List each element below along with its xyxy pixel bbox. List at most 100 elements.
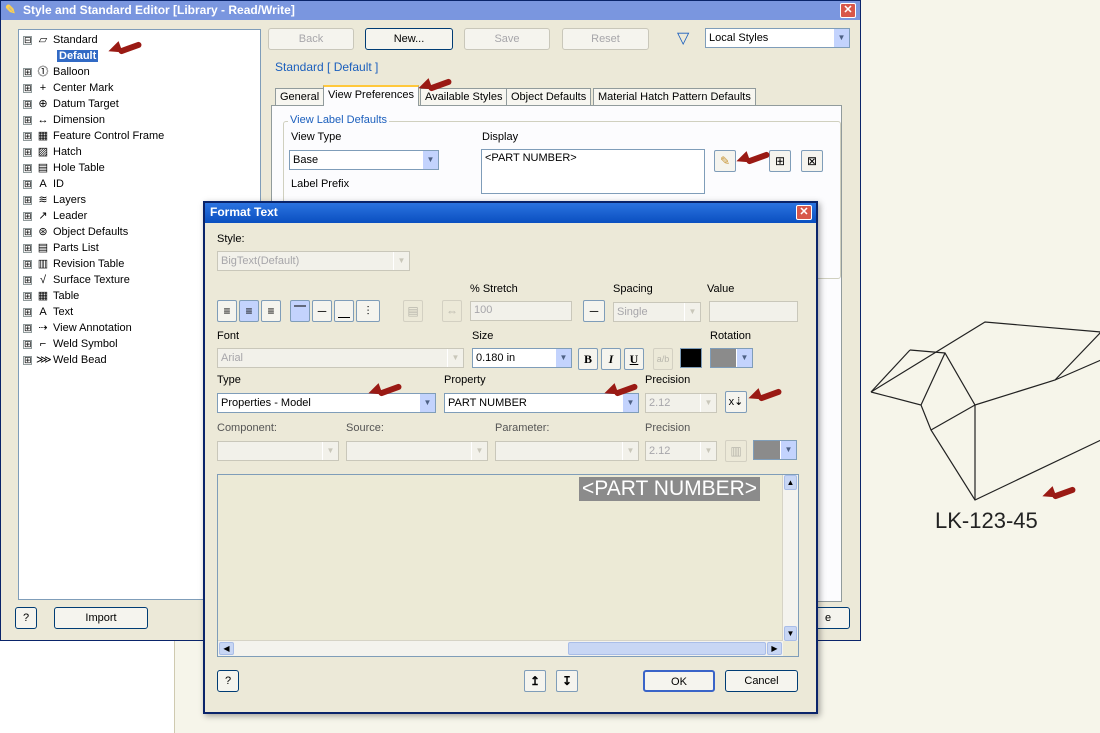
value-input[interactable] bbox=[709, 301, 798, 322]
expand-icon[interactable]: ⊞ bbox=[23, 99, 32, 109]
expand-icon[interactable]: ⊞ bbox=[23, 355, 32, 365]
vertical-scrollbar[interactable]: ▲ ▼ bbox=[782, 475, 798, 641]
expand-icon[interactable]: ⊞ bbox=[23, 307, 32, 317]
tree-item[interactable]: ⊞ A Text bbox=[23, 304, 73, 320]
tree-item[interactable]: ⊟ ▱ Standard bbox=[23, 32, 98, 48]
align-left-icon[interactable]: ≡ bbox=[217, 300, 237, 322]
help-button[interactable]: ? bbox=[217, 670, 239, 692]
tree-item[interactable]: ⊞ ⇢ View Annotation bbox=[23, 320, 132, 336]
type-select[interactable]: Properties - Model ▼ bbox=[217, 393, 436, 413]
remove-field-icon[interactable]: ⊠ bbox=[801, 150, 823, 172]
add-text-parameter-icon[interactable]: x⇣ bbox=[725, 391, 747, 413]
expand-icon[interactable]: ⊞ bbox=[23, 83, 32, 93]
help-button[interactable]: ? bbox=[15, 607, 37, 629]
tree-item[interactable]: ⊞ ⊕ Datum Target bbox=[23, 96, 119, 112]
expand-icon[interactable]: ⊞ bbox=[23, 227, 32, 237]
tree-item[interactable]: ⊞ ▥ Revision Table bbox=[23, 256, 124, 272]
expand-icon[interactable]: ⊞ bbox=[23, 291, 32, 301]
expand-icon[interactable]: ⊞ bbox=[23, 115, 32, 125]
align-bottom-icon[interactable]: ⎽ bbox=[334, 300, 354, 322]
move-up-icon[interactable]: ↥ bbox=[524, 670, 546, 692]
add-field-icon[interactable]: ⊞ bbox=[769, 150, 791, 172]
expand-icon[interactable]: ⊞ bbox=[23, 339, 32, 349]
import-button[interactable]: Import bbox=[54, 607, 148, 629]
expand-icon[interactable]: ⊞ bbox=[23, 131, 32, 141]
tree-item[interactable]: ⊞ ▦ Feature Control Frame bbox=[23, 128, 164, 144]
style-filter-select[interactable]: Local Styles ▼ bbox=[705, 28, 850, 48]
part-number-field[interactable]: <PART NUMBER> bbox=[579, 477, 761, 501]
edit-pencil-icon[interactable]: ✎ bbox=[714, 150, 736, 172]
tree-item[interactable]: ⊞ ⌐ Weld Symbol bbox=[23, 336, 118, 352]
text-editor[interactable]: <PART NUMBER> ▲ ▼ ◀ ▶ bbox=[217, 474, 799, 657]
stacking-icon[interactable]: ⫶ bbox=[356, 300, 380, 322]
expand-icon[interactable]: ⊞ bbox=[23, 179, 32, 189]
scroll-left-icon[interactable]: ◀ bbox=[219, 642, 234, 655]
precision-select[interactable]: 2.12 ▼ bbox=[645, 393, 717, 413]
rotation-select[interactable]: ▼ bbox=[710, 348, 753, 368]
close-button[interactable]: ✕ bbox=[840, 3, 856, 18]
expand-icon[interactable]: ⊞ bbox=[23, 323, 32, 333]
text-color-swatch[interactable] bbox=[680, 348, 702, 368]
component-select[interactable]: ▼ bbox=[217, 441, 339, 461]
stack-fraction-icon[interactable]: a/b bbox=[653, 348, 673, 370]
tree-item[interactable]: ⊞ ≋ Layers bbox=[23, 192, 86, 208]
expand-icon[interactable]: ⊞ bbox=[23, 195, 32, 205]
line-spacing-icon[interactable]: ─ bbox=[583, 300, 605, 322]
display-field[interactable]: <PART NUMBER> bbox=[481, 149, 705, 194]
tree-item[interactable]: ⊞ ⓵ Balloon bbox=[23, 64, 90, 80]
tree-item[interactable]: ⊞ ⊛ Object Defaults bbox=[23, 224, 128, 240]
expand-icon[interactable]: ⊞ bbox=[23, 163, 32, 173]
size-select[interactable]: 0.180 in ▼ bbox=[472, 348, 572, 368]
source-select[interactable]: ▼ bbox=[346, 441, 488, 461]
font-select[interactable]: Arial ▼ bbox=[217, 348, 464, 368]
scroll-up-icon[interactable]: ▲ bbox=[784, 475, 797, 490]
new-button[interactable]: New... bbox=[365, 28, 453, 50]
close-button[interactable]: ✕ bbox=[796, 205, 812, 220]
tree-item[interactable]: ⊞ ↗ Leader bbox=[23, 208, 87, 224]
tree-item[interactable]: ⊞ ▤ Parts List bbox=[23, 240, 99, 256]
cancel-button[interactable]: Cancel bbox=[725, 670, 798, 692]
scroll-down-icon[interactable]: ▼ bbox=[784, 626, 797, 641]
tree-item[interactable]: ⊞ √ Surface Texture bbox=[23, 272, 130, 288]
expand-icon[interactable]: ⊞ bbox=[23, 147, 32, 157]
editor-titlebar[interactable]: ✎ Style and Standard Editor [Library - R… bbox=[1, 1, 860, 20]
align-middle-icon[interactable]: ─ bbox=[312, 300, 332, 322]
tab-object-defaults[interactable]: Object Defaults bbox=[506, 88, 592, 106]
filter-icon[interactable]: ▽ bbox=[677, 28, 689, 48]
align-center-icon[interactable]: ≡ bbox=[239, 300, 259, 322]
tab-view-preferences[interactable]: View Preferences bbox=[323, 85, 420, 106]
tree-item[interactable]: ⊞ A ID bbox=[23, 176, 64, 192]
ok-button[interactable]: OK bbox=[643, 670, 715, 692]
move-down-icon[interactable]: ↧ bbox=[556, 670, 578, 692]
bold-button[interactable]: B bbox=[578, 348, 598, 370]
tree-item[interactable]: ⊞ + Center Mark bbox=[23, 80, 114, 96]
format-text-titlebar[interactable]: Format Text ✕ bbox=[205, 203, 816, 223]
scroll-thumb[interactable] bbox=[568, 642, 766, 655]
tree-item[interactable]: ⊞ ▨ Hatch bbox=[23, 144, 82, 160]
part-number-label[interactable]: LK-123-45 bbox=[935, 508, 1038, 534]
tree-item[interactable]: Default bbox=[57, 48, 99, 64]
italic-button[interactable]: I bbox=[601, 348, 621, 370]
expand-icon[interactable]: ⊞ bbox=[23, 211, 32, 221]
tree-item[interactable]: ⊞ ▦ Table bbox=[23, 288, 79, 304]
expand-icon[interactable]: ⊞ bbox=[23, 259, 32, 269]
align-top-icon[interactable]: ⎺ bbox=[290, 300, 310, 322]
expand-icon[interactable]: ⊞ bbox=[23, 275, 32, 285]
collapse-icon[interactable]: ⊟ bbox=[23, 35, 32, 45]
scroll-right-icon[interactable]: ▶ bbox=[767, 642, 782, 655]
reset-button[interactable]: Reset bbox=[562, 28, 649, 50]
spacing-select[interactable]: Single ▼ bbox=[613, 302, 701, 322]
underline-button[interactable]: U bbox=[624, 348, 644, 370]
fit-text-icon[interactable]: ⇔ bbox=[442, 300, 462, 322]
text-box-icon[interactable]: ▤ bbox=[403, 300, 423, 322]
tab-material-hatch[interactable]: Material Hatch Pattern Defaults bbox=[593, 88, 756, 106]
tree-item[interactable]: ⊞ ↔ Dimension bbox=[23, 112, 105, 128]
insert-parameter-icon[interactable]: ▥ bbox=[725, 440, 747, 462]
expand-icon[interactable]: ⊞ bbox=[23, 67, 32, 77]
back-button[interactable]: Back bbox=[268, 28, 354, 50]
horizontal-scrollbar[interactable]: ◀ ▶ bbox=[218, 640, 783, 656]
view-type-select[interactable]: Base ▼ bbox=[289, 150, 439, 170]
tree-item[interactable]: ⊞ ⋙ Weld Bead bbox=[23, 352, 107, 368]
expand-icon[interactable]: ⊞ bbox=[23, 243, 32, 253]
symbol-select[interactable]: ▼ bbox=[753, 440, 797, 460]
